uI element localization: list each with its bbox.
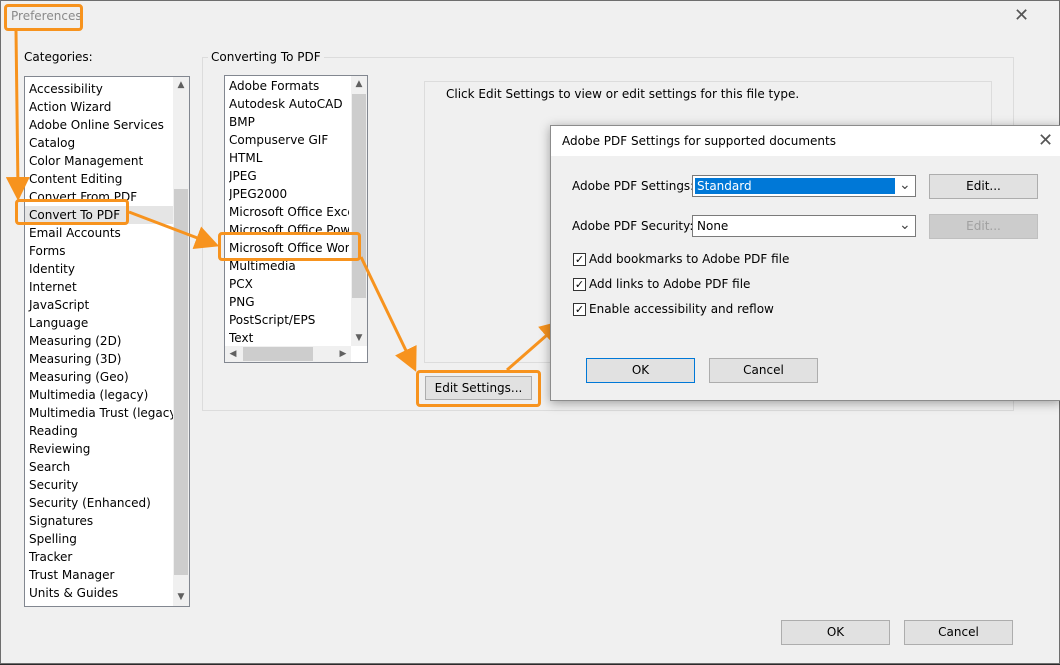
arrow-category-to-word <box>128 210 220 249</box>
edit-security-button: Edit... <box>929 214 1038 239</box>
checkbox-label[interactable]: Enable accessibility and reflow <box>589 302 774 316</box>
chevron-down-icon[interactable]: ⌄ <box>899 177 911 193</box>
checkbox[interactable]: ✓ <box>573 303 586 316</box>
checkbox[interactable]: ✓ <box>573 278 586 291</box>
pdf-settings-combo[interactable]: Standard ⌄ <box>692 175 916 197</box>
preferences-window: Preferences ✕ Categories: Accessibility A… <box>0 0 1060 664</box>
dialog-cancel-button[interactable]: Cancel <box>709 358 818 383</box>
dialog-ok-button[interactable]: OK <box>586 358 695 383</box>
pdf-security-combo[interactable]: None ⌄ <box>692 215 916 237</box>
arrow-edit-to-dialog <box>506 320 565 372</box>
pdf-settings-value: Standard <box>695 178 895 194</box>
checkbox-label[interactable]: Add links to Adobe PDF file <box>589 277 750 291</box>
checkbox[interactable]: ✓ <box>573 253 586 266</box>
edit-pdf-settings-button[interactable]: Edit... <box>929 174 1038 199</box>
pdf-settings-dialog: Adobe PDF Settings for supported documen… <box>550 125 1060 401</box>
pdf-security-value: None <box>697 219 729 233</box>
arrow-word-to-edit <box>359 256 417 372</box>
arrow-title-to-category <box>5 30 30 201</box>
chevron-down-icon[interactable]: ⌄ <box>899 217 911 233</box>
dialog-title: Adobe PDF Settings for supported documen… <box>562 134 836 148</box>
pdf-security-label: Adobe PDF Security: <box>572 219 694 233</box>
checkbox-label[interactable]: Add bookmarks to Adobe PDF file <box>589 252 789 266</box>
pdf-settings-label: Adobe PDF Settings: <box>572 179 695 193</box>
dialog-close-icon[interactable]: ✕ <box>1038 132 1053 150</box>
